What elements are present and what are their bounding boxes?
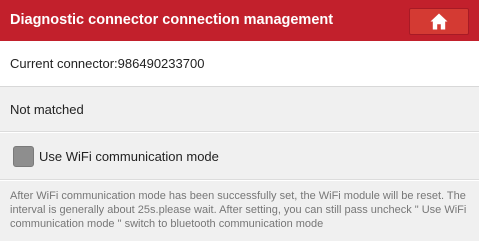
title-bar: Diagnostic connector connection manageme… xyxy=(0,0,479,41)
wifi-mode-description: After WiFi communication mode has been s… xyxy=(0,181,479,241)
home-button[interactable] xyxy=(409,8,469,35)
description-text: After WiFi communication mode has been s… xyxy=(10,190,467,230)
home-icon xyxy=(430,13,448,30)
current-connector-row: Current connector:986490233700 xyxy=(0,41,479,87)
wifi-mode-label[interactable]: Use WiFi communication mode xyxy=(39,133,219,180)
wifi-mode-checkbox[interactable] xyxy=(13,146,34,167)
match-status-text: Not matched xyxy=(10,102,84,117)
current-connector-label: Current connector:986490233700 xyxy=(10,56,205,71)
connector-management-screen: Diagnostic connector connection manageme… xyxy=(0,0,479,241)
match-status-row: Not matched xyxy=(0,87,479,132)
page-title: Diagnostic connector connection manageme… xyxy=(10,12,334,28)
